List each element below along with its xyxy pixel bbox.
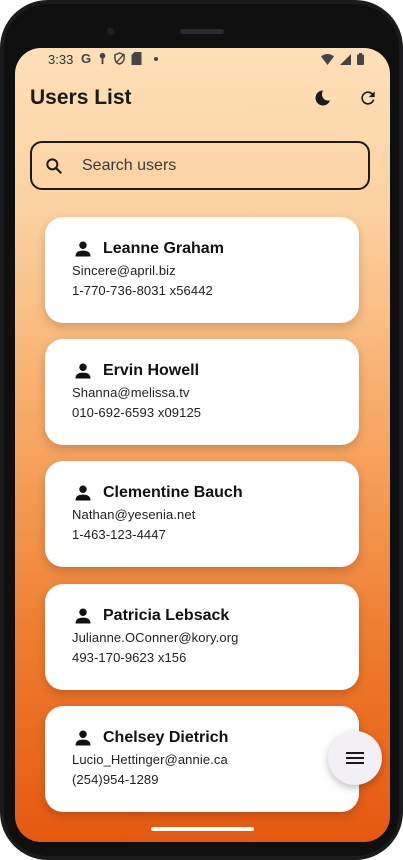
user-name: Patricia Lebsack	[103, 607, 230, 624]
user-card[interactable]: Chelsey Dietrich Lucio_Hettinger@annie.c…	[45, 706, 359, 812]
status-system-icons	[321, 53, 364, 65]
front-camera	[104, 25, 117, 38]
search-field[interactable]	[30, 141, 370, 190]
menu-icon	[346, 752, 364, 764]
person-icon	[75, 241, 91, 257]
refresh-button[interactable]	[356, 86, 380, 110]
battery-icon	[357, 53, 364, 65]
user-email: Julianne.OConner@kory.org	[72, 630, 239, 645]
search-input[interactable]	[80, 155, 344, 176]
home-indicator[interactable]	[151, 827, 254, 831]
person-icon	[75, 608, 91, 624]
user-phone: 493-170-9623 x156	[72, 650, 187, 665]
menu-fab-button[interactable]	[328, 731, 382, 785]
shield-icon	[114, 52, 125, 65]
dark-mode-moon-icon	[315, 90, 331, 106]
search-icon	[46, 157, 62, 174]
user-phone: 1-463-123-4447	[72, 527, 166, 542]
status-time: 3:33	[48, 52, 74, 67]
user-name: Leanne Graham	[103, 240, 224, 257]
more-notifications-dot	[154, 56, 159, 61]
user-card[interactable]: Patricia Lebsack Julianne.OConner@kory.o…	[45, 584, 359, 690]
user-card[interactable]: Clementine Bauch Nathan@yesenia.net 1-46…	[45, 461, 359, 567]
user-email: Shanna@melissa.tv	[72, 385, 190, 400]
theme-toggle-button[interactable]	[311, 86, 335, 110]
user-card[interactable]: Leanne Graham Sincere@april.biz 1-770-73…	[45, 217, 359, 323]
user-phone: 010-692-6593 x09125	[72, 405, 202, 420]
user-phone: 1-770-736-8031 x56442	[72, 283, 213, 298]
user-name: Clementine Bauch	[103, 484, 243, 501]
app-screen: 3:33 G Users List Search users Leanne Gr…	[15, 48, 390, 842]
person-icon	[75, 485, 91, 501]
person-icon	[75, 730, 91, 746]
person-icon	[75, 363, 91, 379]
user-email: Lucio_Hettinger@annie.ca	[72, 752, 228, 767]
wifi-icon	[321, 53, 334, 65]
google-icon: G	[81, 51, 92, 66]
user-email: Nathan@yesenia.net	[72, 507, 196, 522]
page-title: Users List	[30, 86, 132, 109]
user-phone: (254)954-1289	[72, 772, 159, 787]
phone-frame: 3:33 G Users List Search users Leanne Gr…	[0, 0, 403, 860]
refresh-icon	[361, 91, 375, 105]
cellular-icon	[340, 53, 351, 65]
user-card[interactable]: Ervin Howell Shanna@melissa.tv 010-692-6…	[45, 339, 359, 445]
earpiece-speaker	[180, 29, 224, 34]
user-email: Sincere@april.biz	[72, 263, 176, 278]
key-icon	[99, 52, 106, 65]
status-bar: 3:33 G	[15, 48, 390, 72]
user-name: Chelsey Dietrich	[103, 729, 229, 746]
user-name: Ervin Howell	[103, 362, 200, 379]
sd-card-icon	[131, 52, 142, 65]
status-notification-icons: G	[81, 51, 159, 66]
